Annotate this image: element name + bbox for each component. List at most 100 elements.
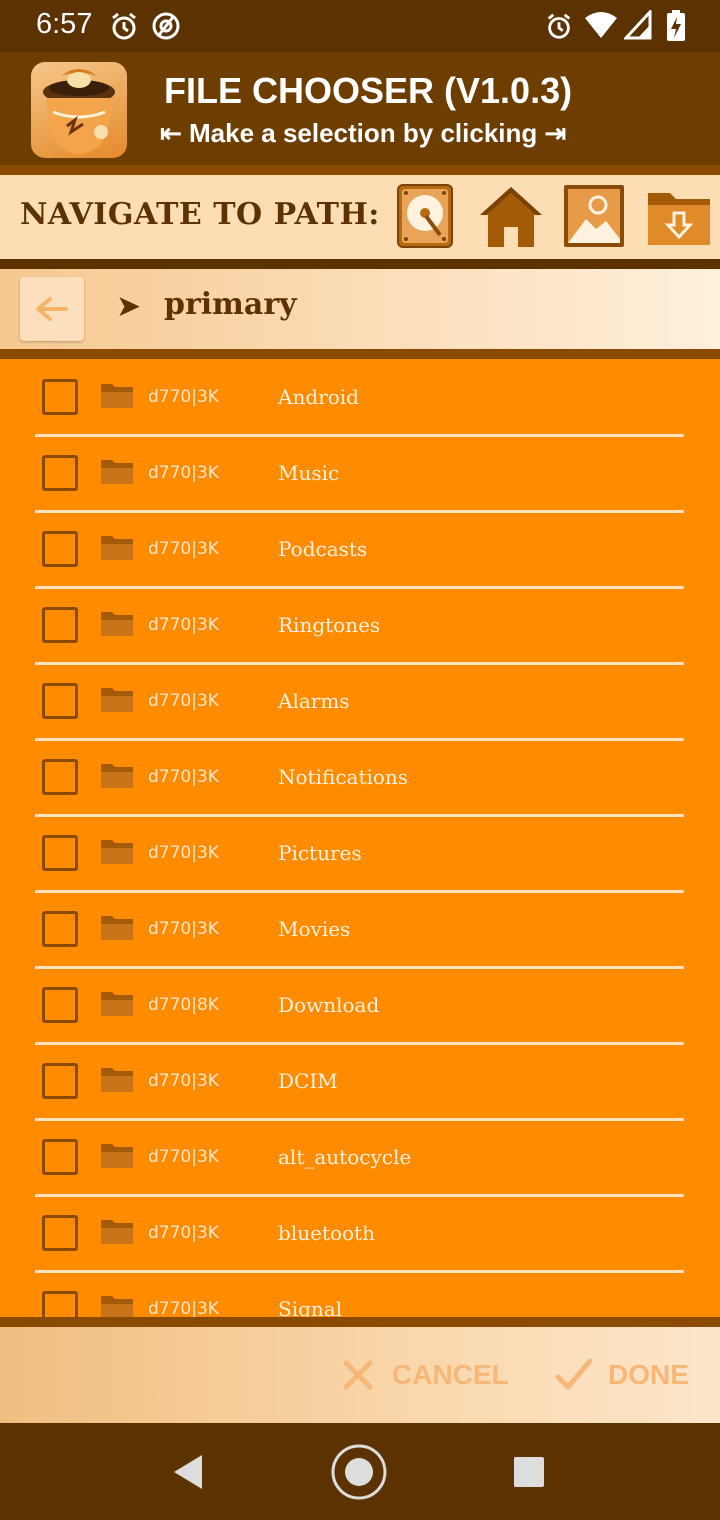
system-nav-bar	[0, 1423, 720, 1520]
folder-icon	[101, 612, 133, 636]
file-meta: d770|3K	[148, 463, 219, 483]
wifi-icon	[585, 12, 617, 38]
file-meta: d770|3K	[148, 843, 219, 863]
app-subtitle: ⇤ Make a selection by clicking ⇥	[160, 118, 567, 148]
list-item[interactable]: d770|3K Alarms	[0, 663, 720, 741]
file-name: Music	[278, 461, 340, 485]
file-meta: d770|3K	[148, 1299, 219, 1317]
status-bar: 6:57	[0, 0, 720, 52]
home-button[interactable]	[478, 183, 544, 249]
folder-icon	[101, 992, 133, 1016]
list-item[interactable]: d770|3K Signal	[0, 1271, 720, 1317]
folder-icon	[101, 1296, 133, 1317]
folder-icon	[101, 460, 133, 484]
file-name: Ringtones	[278, 613, 381, 637]
action-bar: CANCEL DONE	[0, 1327, 720, 1423]
folder-icon	[101, 1220, 133, 1244]
folder-icon	[101, 384, 133, 408]
folder-icon	[101, 840, 133, 864]
recents-square-icon[interactable]	[512, 1455, 546, 1489]
file-meta: d770|3K	[148, 767, 219, 787]
file-name: DCIM	[278, 1069, 338, 1093]
list-item[interactable]: d770|3K Podcasts	[0, 511, 720, 589]
alarm-icon	[112, 12, 136, 40]
list-item[interactable]: d770|3K Music	[0, 435, 720, 513]
folder-icon	[101, 916, 133, 940]
select-checkbox[interactable]	[42, 1291, 78, 1317]
file-list[interactable]: d770|3K Android d770|3K Music d770|3K Podcast…	[0, 359, 720, 1317]
list-item[interactable]: d770|3K bluetooth	[0, 1195, 720, 1273]
file-meta: d770|3K	[148, 387, 219, 407]
divider	[0, 349, 720, 359]
alarm-icon	[547, 13, 571, 39]
list-item[interactable]: d770|3K Movies	[0, 891, 720, 969]
select-checkbox[interactable]	[42, 683, 78, 719]
file-name: Movies	[278, 917, 351, 941]
list-item[interactable]: d770|3K alt_autocycle	[0, 1119, 720, 1197]
navigate-label: NAVIGATE TO PATH:	[20, 197, 380, 232]
file-name: Signal	[278, 1297, 343, 1317]
list-item[interactable]: d770|3K Android	[0, 359, 720, 437]
home-circle-icon[interactable]	[330, 1443, 388, 1501]
select-checkbox[interactable]	[42, 759, 78, 795]
path-bar: ➤ primary	[0, 269, 720, 349]
list-item[interactable]: d770|3K Notifications	[0, 739, 720, 817]
file-name: bluetooth	[278, 1221, 375, 1245]
file-name: Alarms	[278, 689, 350, 713]
file-name: Notifications	[278, 765, 409, 789]
current-path: primary	[164, 287, 297, 322]
select-checkbox[interactable]	[42, 455, 78, 491]
folder-icon	[101, 764, 133, 788]
select-checkbox[interactable]	[42, 911, 78, 947]
done-label: DONE	[608, 1359, 689, 1390]
list-item[interactable]: d770|8K Download	[0, 967, 720, 1045]
folder-icon	[101, 1144, 133, 1168]
app-title: FILE CHOOSER (V1.0.3)	[164, 70, 573, 111]
folder-icon	[101, 688, 133, 712]
app-logo	[31, 62, 127, 158]
select-checkbox[interactable]	[42, 379, 78, 415]
back-triangle-icon[interactable]	[170, 1453, 206, 1491]
app-header: FILE CHOOSER (V1.0.3) ⇤ Make a selection…	[0, 52, 720, 165]
file-name: Android	[278, 385, 359, 409]
folder-icon	[101, 1068, 133, 1092]
file-name: Podcasts	[278, 537, 368, 561]
select-checkbox[interactable]	[42, 607, 78, 643]
file-name: Download	[278, 993, 380, 1017]
arrow-left-icon	[36, 297, 68, 321]
file-meta: d770|3K	[148, 1071, 219, 1091]
divider	[0, 259, 720, 269]
select-checkbox[interactable]	[42, 1215, 78, 1251]
folder-icon	[101, 536, 133, 560]
check-icon	[555, 1358, 593, 1390]
file-meta: d770|3K	[148, 539, 219, 559]
download-folder-button[interactable]	[646, 183, 712, 249]
storage-icon	[397, 184, 453, 248]
list-item[interactable]: d770|3K Pictures	[0, 815, 720, 893]
file-meta: d770|3K	[148, 615, 219, 635]
file-meta: d770|3K	[148, 691, 219, 711]
pictures-button[interactable]	[562, 183, 628, 249]
status-time: 6:57	[36, 8, 93, 40]
path-arrow-icon: ➤	[116, 289, 142, 324]
cancel-button[interactable]: CANCEL	[338, 1349, 509, 1401]
battery-charging-icon	[667, 10, 685, 41]
select-checkbox[interactable]	[42, 835, 78, 871]
list-item[interactable]: d770|3K DCIM	[0, 1043, 720, 1121]
done-button[interactable]: DONE	[554, 1349, 689, 1401]
dnd-icon	[152, 12, 180, 40]
select-checkbox[interactable]	[42, 987, 78, 1023]
signal-icon	[624, 10, 652, 40]
file-name: alt_autocycle	[278, 1145, 412, 1169]
list-item[interactable]: d770|3K Ringtones	[0, 587, 720, 665]
select-checkbox[interactable]	[42, 1063, 78, 1099]
select-checkbox[interactable]	[42, 1139, 78, 1175]
cancel-label: CANCEL	[392, 1359, 509, 1390]
select-checkbox[interactable]	[42, 531, 78, 567]
back-button[interactable]	[20, 277, 84, 341]
file-meta: d770|3K	[148, 919, 219, 939]
file-meta: d770|3K	[148, 1223, 219, 1243]
storage-button[interactable]	[396, 183, 462, 249]
close-icon	[343, 1360, 373, 1390]
download-folder-icon	[648, 193, 710, 245]
